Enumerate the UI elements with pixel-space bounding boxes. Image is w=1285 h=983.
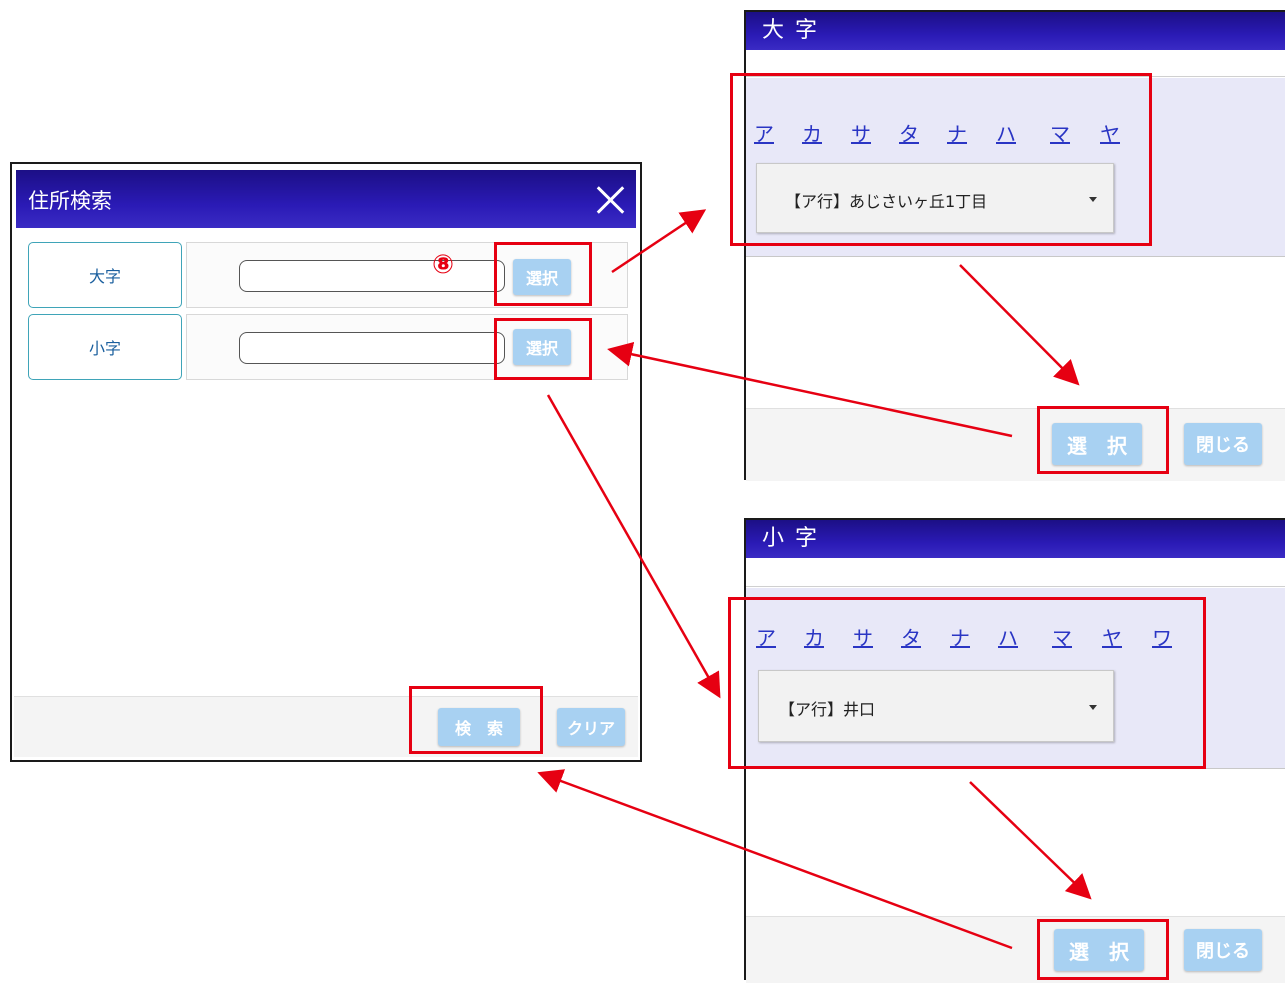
oaza-panel-title: 大字: [746, 12, 1285, 50]
highlight-koaza-confirm: [1037, 919, 1169, 980]
koaza-label: 小字: [28, 314, 182, 380]
koaza-panel-spacer: [746, 558, 1285, 587]
highlight-oaza-select: [494, 242, 592, 306]
oaza-close-button[interactable]: 閉じる: [1184, 423, 1262, 465]
dialog-title: 住所検索: [28, 189, 112, 213]
highlight-oaza-confirm: [1037, 406, 1169, 474]
koaza-close-button[interactable]: 閉じる: [1184, 929, 1262, 971]
close-icon[interactable]: [594, 184, 626, 216]
koaza-close-label: 閉じる: [1196, 941, 1250, 962]
koaza-panel-footer: 選 択 閉じる: [746, 916, 1285, 983]
oaza-input[interactable]: [239, 260, 505, 292]
oaza-close-label: 閉じる: [1196, 435, 1250, 456]
koaza-input[interactable]: [239, 332, 505, 364]
step-marker: ⑧: [432, 250, 455, 280]
oaza-panel-footer: 選 択 閉じる: [746, 408, 1285, 481]
highlight-koaza-select: [494, 318, 592, 380]
highlight-koaza-kana-area: [728, 597, 1206, 769]
oaza-label: 大字: [28, 242, 182, 308]
dialog-footer: 検 索 クリア: [14, 696, 638, 757]
clear-button[interactable]: クリア: [557, 708, 625, 746]
koaza-panel-title: 小字: [746, 520, 1285, 558]
highlight-oaza-kana-area: [730, 73, 1152, 246]
dialog-title-bar: 住所検索: [16, 170, 636, 228]
highlight-search-button: [409, 686, 543, 754]
koaza-label-text: 小字: [88, 339, 121, 358]
clear-button-label: クリア: [566, 719, 615, 738]
oaza-label-text: 大字: [88, 267, 121, 286]
